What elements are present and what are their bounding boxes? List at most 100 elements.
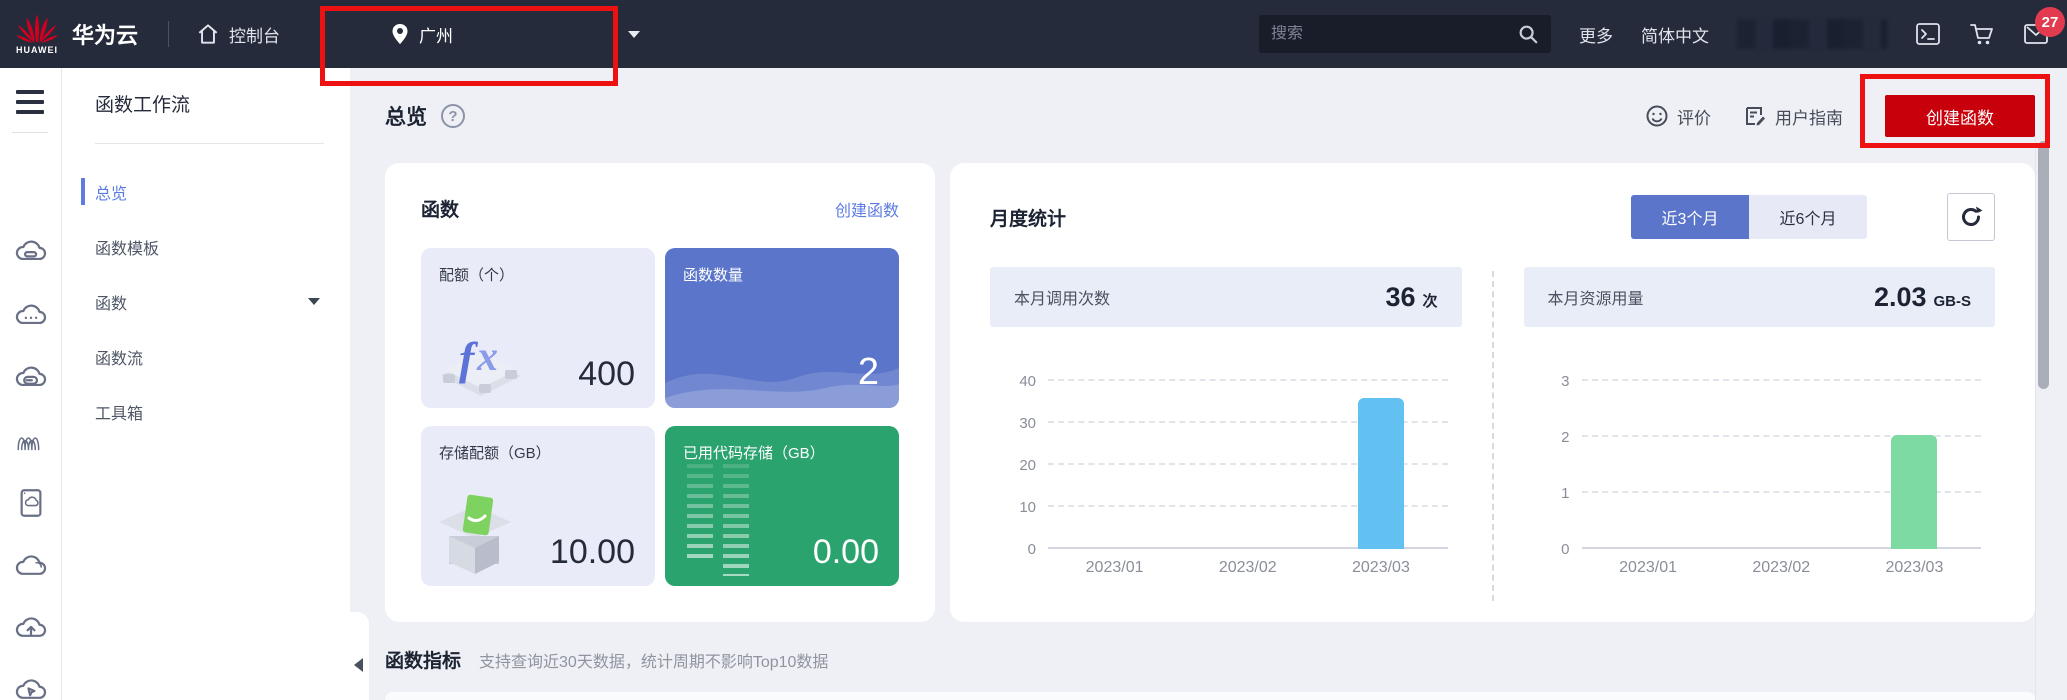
gridline bbox=[1048, 379, 1448, 381]
monthly-statistics-card: 月度统计 近3个月 近6个月 本月调用次数 3 bbox=[950, 163, 2035, 622]
shopping-cart-icon[interactable] bbox=[1969, 21, 1995, 47]
tile-used-code-storage: 已用代码存储（GB） 0.00 bbox=[665, 426, 899, 586]
next-card-top-edge bbox=[385, 692, 2035, 700]
create-function-button[interactable]: 创建函数 bbox=[1885, 95, 2035, 137]
bar-2023/03 bbox=[1358, 398, 1404, 549]
redacted-account-name[interactable] bbox=[1737, 19, 1887, 49]
stat-value: 2.03 bbox=[1874, 282, 1927, 313]
range-3-months-button[interactable]: 近3个月 bbox=[1631, 195, 1749, 239]
cloud-upload-icon[interactable] bbox=[14, 612, 48, 646]
collapse-left-icon bbox=[354, 658, 363, 672]
storage-box-3d-icon bbox=[435, 488, 527, 574]
sidebar-item-toolbox[interactable]: 工具箱 bbox=[62, 384, 350, 439]
sidebar-item-overview[interactable]: 总览 bbox=[62, 164, 350, 219]
brand-name[interactable]: 华为云 bbox=[72, 18, 138, 50]
main-content: 总览 ? 评价 用户指南 创 bbox=[350, 68, 2051, 700]
function-card-title: 函数 bbox=[421, 195, 459, 222]
cloud-config-icon[interactable] bbox=[14, 362, 48, 396]
feedback-label: 评价 bbox=[1677, 104, 1711, 129]
x-axis-tick: 2023/02 bbox=[1715, 559, 1848, 589]
region-selector[interactable]: 广州 bbox=[390, 22, 640, 47]
hamburger-menu-icon[interactable] bbox=[16, 90, 61, 114]
stat-unit: 次 bbox=[1422, 290, 1437, 311]
panel-title-divider bbox=[95, 143, 324, 144]
messages-button[interactable]: 27 bbox=[2023, 21, 2049, 47]
panel-menu: 总览 函数模板 函数 函数流 工具箱 bbox=[62, 164, 350, 439]
smiley-icon bbox=[1645, 104, 1669, 128]
search-input[interactable] bbox=[1271, 25, 1517, 43]
y-axis-tick: 1 bbox=[1536, 485, 1570, 502]
region-name: 广州 bbox=[419, 22, 453, 47]
search-icon[interactable] bbox=[1517, 23, 1539, 45]
y-axis-tick: 40 bbox=[1002, 373, 1036, 390]
tile-value: 10.00 bbox=[550, 533, 635, 572]
scrollbar-thumb[interactable] bbox=[2038, 141, 2049, 389]
tile-value: 0.00 bbox=[813, 533, 879, 572]
page-title: 总览 bbox=[385, 101, 427, 131]
resource-usage-bar-chart: 01232023/012023/022023/03 bbox=[1524, 357, 1996, 589]
sidebar-item-label: 总览 bbox=[95, 180, 127, 204]
create-function-link[interactable]: 创建函数 bbox=[835, 197, 899, 221]
x-axis-tick: 2023/03 bbox=[1314, 559, 1447, 589]
invocations-panel: 本月调用次数 36 次 0102030402023/012023/022023/… bbox=[990, 267, 1492, 601]
panel-collapse-handle[interactable] bbox=[350, 612, 369, 700]
console-home-link[interactable]: 控制台 bbox=[195, 21, 280, 47]
waves-icon[interactable] bbox=[14, 424, 48, 458]
sidebar-item-templates[interactable]: 函数模板 bbox=[62, 219, 350, 274]
svg-text:x: x bbox=[476, 334, 498, 380]
huawei-petal-logo-icon bbox=[16, 14, 58, 44]
fx-3d-icon: f x bbox=[435, 318, 527, 396]
tile-function-count: 函数数量 2 bbox=[665, 248, 899, 408]
resource-usage-panel: 本月资源用量 2.03 GB-S 01232023/012023/022023/… bbox=[1494, 267, 1996, 601]
more-menu[interactable]: 更多 bbox=[1579, 22, 1613, 47]
y-axis-tick: 30 bbox=[1002, 415, 1036, 432]
refresh-button[interactable] bbox=[1947, 193, 1995, 241]
user-guide-button[interactable]: 用户指南 bbox=[1743, 104, 1843, 129]
y-axis-tick: 3 bbox=[1536, 373, 1570, 390]
help-icon[interactable]: ? bbox=[441, 104, 465, 128]
tile-label: 配额（个） bbox=[439, 264, 637, 285]
tile-value: 2 bbox=[858, 351, 879, 394]
tile-label: 已用代码存储（GB） bbox=[683, 442, 881, 463]
y-axis-tick: 20 bbox=[1002, 457, 1036, 474]
sidebar-item-flows[interactable]: 函数流 bbox=[62, 329, 350, 384]
guide-doc-icon bbox=[1743, 104, 1767, 128]
sidebar-item-label: 工具箱 bbox=[95, 400, 143, 424]
metrics-title: 函数指标 bbox=[385, 646, 461, 673]
x-axis-tick: 2023/01 bbox=[1048, 559, 1181, 589]
top-navigation-bar: HUAWEI 华为云 控制台 广州 bbox=[0, 0, 2067, 68]
location-pin-icon bbox=[390, 22, 410, 46]
monthly-card-title: 月度统计 bbox=[990, 204, 1066, 231]
topbar-divider bbox=[168, 21, 169, 47]
home-icon bbox=[195, 21, 221, 47]
functiongraph-side-panel: 函数工作流 总览 函数模板 函数 函数流 工具箱 bbox=[62, 68, 350, 700]
doc-cloud-icon[interactable] bbox=[14, 486, 48, 520]
cloud-cursor-icon[interactable] bbox=[14, 674, 48, 700]
cloud-icon[interactable] bbox=[14, 550, 48, 584]
y-axis-tick: 0 bbox=[1002, 541, 1036, 558]
tile-label: 存储配额（GB） bbox=[439, 442, 637, 463]
range-6-months-button[interactable]: 近6个月 bbox=[1749, 195, 1867, 239]
tile-function-quota: 配额（个） f x 400 bbox=[421, 248, 655, 408]
stat-value: 36 bbox=[1385, 282, 1415, 313]
function-summary-card: 函数 创建函数 配额（个） f x 400 bbox=[385, 163, 935, 622]
bar-2023/03 bbox=[1891, 435, 1937, 549]
unread-count-badge: 27 bbox=[2035, 7, 2065, 37]
cloud-dots-icon[interactable] bbox=[14, 300, 48, 334]
sidebar-item-label: 函数 bbox=[95, 290, 127, 314]
resource-stat-strip: 本月资源用量 2.03 GB-S bbox=[1524, 267, 1996, 327]
metrics-subtitle: 支持查询近30天数据，统计周期不影响Top10数据 bbox=[479, 648, 828, 672]
gridline bbox=[1582, 379, 1982, 381]
code-bars-icon bbox=[687, 464, 749, 570]
cli-console-icon[interactable] bbox=[1915, 21, 1941, 47]
feedback-button[interactable]: 评价 bbox=[1645, 104, 1711, 129]
global-search[interactable] bbox=[1259, 15, 1551, 53]
sidebar-item-label: 函数流 bbox=[95, 345, 143, 369]
y-axis-tick: 2 bbox=[1536, 429, 1570, 446]
sidebar-item-functions[interactable]: 函数 bbox=[62, 274, 350, 329]
refresh-icon bbox=[1958, 204, 1984, 230]
tile-label: 函数数量 bbox=[683, 264, 881, 285]
huawei-logo[interactable]: HUAWEI bbox=[16, 14, 58, 55]
language-switcher[interactable]: 简体中文 bbox=[1641, 22, 1709, 47]
cloud-server-icon[interactable] bbox=[14, 236, 48, 270]
